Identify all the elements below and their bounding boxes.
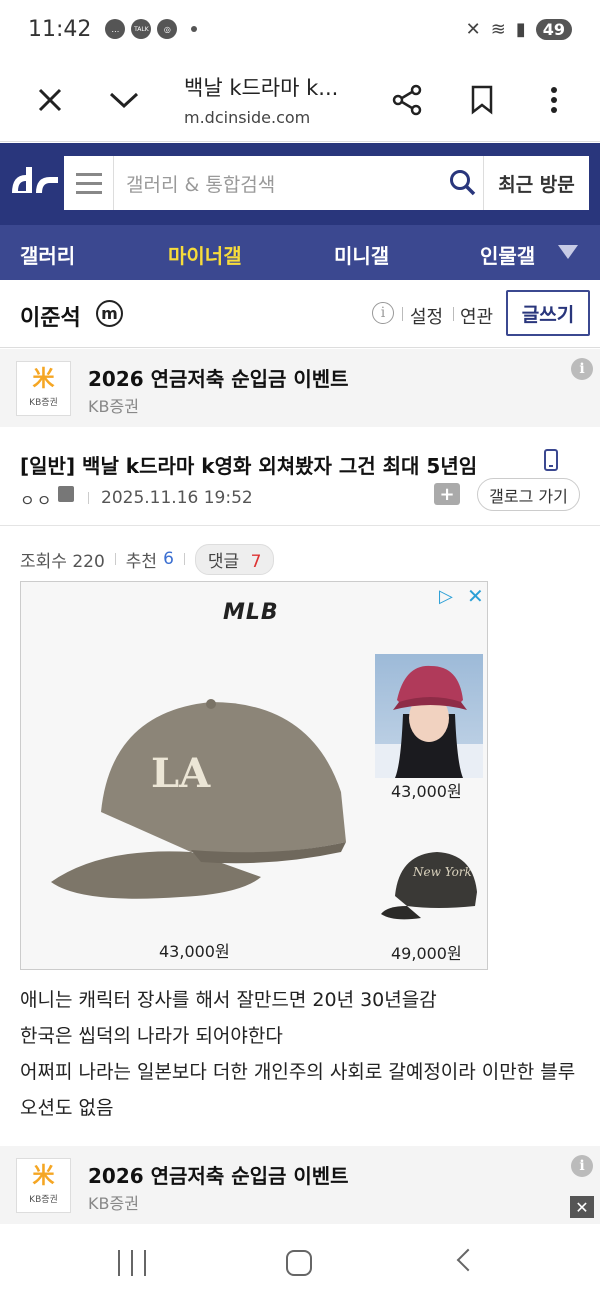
nav-person-gallery[interactable]: 인물갤	[480, 240, 535, 269]
post-title: [일반] 백날 k드라마 k영화 외쳐봤자 그건 최대 5년임	[20, 454, 478, 478]
search-input[interactable]: 갤러리 & 통합검색	[114, 170, 442, 197]
recent-visits-button[interactable]: 최근 방문	[484, 170, 589, 197]
search-bar: 갤러리 & 통합검색 최근 방문	[64, 156, 589, 210]
mute-icon: ✕	[465, 18, 481, 40]
settings-link[interactable]: 설정	[410, 303, 443, 329]
share-icon	[392, 84, 422, 115]
model-image	[375, 665, 483, 778]
comments-count: 7	[250, 551, 262, 572]
post-date: 2025.11.16 19:52	[101, 488, 253, 508]
minor-gallery-badge: m	[96, 300, 123, 327]
ad-banner[interactable]: 米 KB증권 2026 연금저축 순입금 이벤트 KB증권 i ✕	[0, 1146, 600, 1224]
ad-info-icon[interactable]: i	[571, 358, 593, 380]
post-body-line: 어쩌피 나라는 일본보다 더한 개인주의 사회로 갈예정이라 이만한 블루오션도…	[20, 1061, 576, 1119]
ad-banner[interactable]: 米 KB증권 2026 연금저축 순입금 이벤트 KB증권 i	[0, 349, 600, 427]
post-author[interactable]: ㅇㅇ	[20, 487, 53, 511]
ad-thumb-black-cap[interactable]: New York	[377, 844, 481, 932]
close-tab-button[interactable]	[30, 80, 70, 120]
ad-title: 2026 연금저축 순입금 이벤트	[88, 367, 349, 391]
more-vert-icon	[551, 86, 557, 113]
minimize-button[interactable]	[104, 80, 144, 120]
info-icon[interactable]: i	[372, 302, 394, 324]
recent-apps-button[interactable]	[118, 1250, 146, 1276]
gallery-name[interactable]: 이준석	[20, 300, 81, 332]
ad-advertiser: KB증권	[88, 397, 139, 416]
post-body: 애니는 캐릭터 장사를 해서 잘만드면 20년 30년을감 한국은 씹덕의 나라…	[20, 982, 580, 1126]
divider	[453, 307, 454, 321]
kb-logo: 米 KB증권	[16, 361, 71, 416]
advertisement[interactable]: MLB ▷ ✕ LA 43,000원 43,000원 New York 49,0…	[20, 581, 488, 970]
share-button[interactable]	[388, 80, 428, 120]
nav-gallery[interactable]: 갤러리	[20, 240, 75, 269]
ad-advertiser: KB증권	[88, 1194, 139, 1213]
ad-title: 2026 연금저축 순입금 이벤트	[88, 1164, 349, 1188]
post-stats: 조회수 220 추천 6 댓글 7	[20, 543, 275, 575]
adchoices-icon[interactable]: ▷	[439, 586, 453, 607]
battery-indicator: 49	[535, 18, 572, 40]
gallog-button[interactable]: 갤로그 가기	[477, 478, 580, 511]
main-nav: 갤러리 마이너갤 미니갤 인물갤	[0, 225, 600, 280]
ad-price-thumb1: 43,000원	[391, 782, 462, 801]
ad-brand: MLB	[223, 600, 279, 625]
wifi-icon: ≋	[490, 18, 506, 40]
page-url: m.dcinside.com	[184, 108, 311, 127]
page-title: 백날 k드라마 k...	[184, 76, 339, 100]
ad-close-button[interactable]: ✕	[570, 1196, 594, 1218]
menu-button[interactable]	[64, 156, 114, 210]
close-icon	[38, 88, 62, 111]
status-bar: 11:42 … TALK ◎ ✕ ≋ ▮ 49	[0, 0, 600, 58]
more-options-button[interactable]	[534, 80, 574, 120]
kb-logo: 米 KB증권	[16, 1158, 71, 1213]
signal-icon: ▮	[515, 18, 526, 40]
write-post-button[interactable]: 글쓰기	[506, 290, 590, 336]
divider	[88, 492, 89, 504]
ad-price-main: 43,000원	[159, 942, 230, 961]
browser-toolbar: 백날 k드라마 k... m.dcinside.com	[0, 58, 600, 142]
post-body-line: 애니는 캐릭터 장사를 해서 잘만드면 20년 30년을감	[20, 989, 437, 1011]
mobile-post-icon	[544, 449, 558, 471]
back-button[interactable]	[456, 1248, 480, 1272]
svg-text:New York: New York	[412, 865, 472, 879]
search-button[interactable]	[442, 156, 484, 210]
status-time: 11:42	[28, 16, 92, 42]
chrome-icon: ◎	[157, 19, 178, 39]
page-info[interactable]: 백날 k드라마 k... m.dcinside.com	[184, 72, 364, 127]
notification-dot-icon	[191, 26, 198, 32]
site-header: 갤러리 & 통합검색 최근 방문	[0, 143, 600, 225]
divider	[183, 553, 185, 565]
comments-button[interactable]: 댓글 7	[194, 543, 275, 575]
svg-text:LA: LA	[151, 750, 211, 797]
divider	[402, 307, 403, 321]
chevron-down-icon	[109, 92, 139, 108]
views-count: 조회수 220	[20, 551, 105, 572]
ad-price-thumb2: 49,000원	[391, 944, 462, 963]
dcinside-logo[interactable]	[8, 163, 60, 203]
ad-close-icon[interactable]: ✕	[467, 584, 484, 608]
recommend-count: 6	[163, 549, 174, 569]
nav-minor-gallery[interactable]: 마이너갤	[168, 240, 242, 269]
add-folder-icon[interactable]: +	[434, 483, 460, 505]
search-icon	[449, 170, 475, 196]
divider	[114, 553, 116, 565]
bookmark-icon	[471, 85, 493, 115]
recommend-label: 추천	[125, 551, 158, 572]
gallery-header: 이준석 m i 설정 연관 글쓰기	[0, 280, 600, 348]
home-button[interactable]	[286, 1250, 312, 1276]
related-link[interactable]: 연관	[460, 303, 493, 329]
cap-image[interactable]: LA	[41, 682, 361, 912]
post-body-line: 한국은 씹덕의 나라가 되어야한다	[20, 1025, 283, 1047]
nav-mini-gallery[interactable]: 미니갤	[334, 240, 389, 269]
ad-info-icon[interactable]: i	[571, 1155, 593, 1177]
user-badge-icon	[58, 486, 74, 502]
bookmark-button[interactable]	[462, 80, 502, 120]
system-nav-bar	[0, 1228, 600, 1300]
nav-expand-icon[interactable]	[558, 245, 578, 259]
talk-icon: TALK	[131, 19, 152, 39]
comments-label: 댓글	[207, 551, 240, 572]
chat-icon: …	[105, 19, 126, 39]
ad-thumb-model[interactable]	[375, 654, 483, 778]
